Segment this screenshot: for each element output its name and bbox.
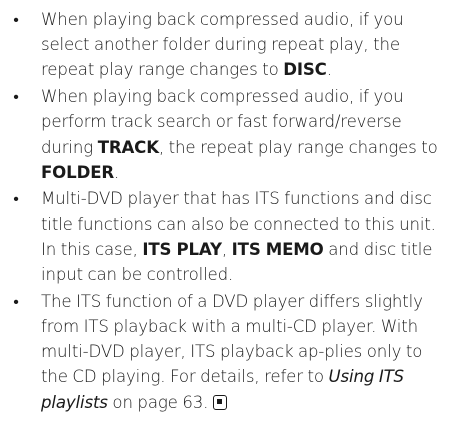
list-item: • When playing back compressed audio, if … (9, 84, 453, 185)
list-item: • The ITS function of a DVD player differ… (9, 289, 453, 415)
note-text: . (326, 60, 332, 80)
bullet-icon: • (13, 291, 19, 311)
function-label-its-memo: ITS MEMO (231, 239, 324, 259)
list-item: • Multi-DVD player that has ITS functions… (9, 186, 453, 287)
bullet-icon: • (13, 87, 19, 107)
mode-label-track: TRACK (97, 137, 159, 157)
note-text: . (114, 162, 120, 182)
note-text: , (221, 239, 232, 259)
bullet-icon: • (13, 10, 19, 29)
function-label-its-play: ITS PLAY (142, 239, 222, 259)
mode-label-folder: FOLDER (41, 162, 115, 182)
manual-page: • When playing back compressed audio, if … (0, 0, 459, 446)
list-item: • When playing back compressed audio, if … (9, 7, 453, 83)
mode-label-disc: DISC (283, 60, 327, 80)
note-text: , the repeat play range changes to (158, 137, 438, 157)
bullet-icon: • (13, 189, 19, 209)
note-text: on page 63. (107, 392, 209, 412)
end-of-section-square-icon (213, 394, 228, 410)
notes-list: • When playing back compressed audio, if … (9, 7, 453, 415)
note-text: When playing back compressed audio, if y… (41, 10, 404, 80)
